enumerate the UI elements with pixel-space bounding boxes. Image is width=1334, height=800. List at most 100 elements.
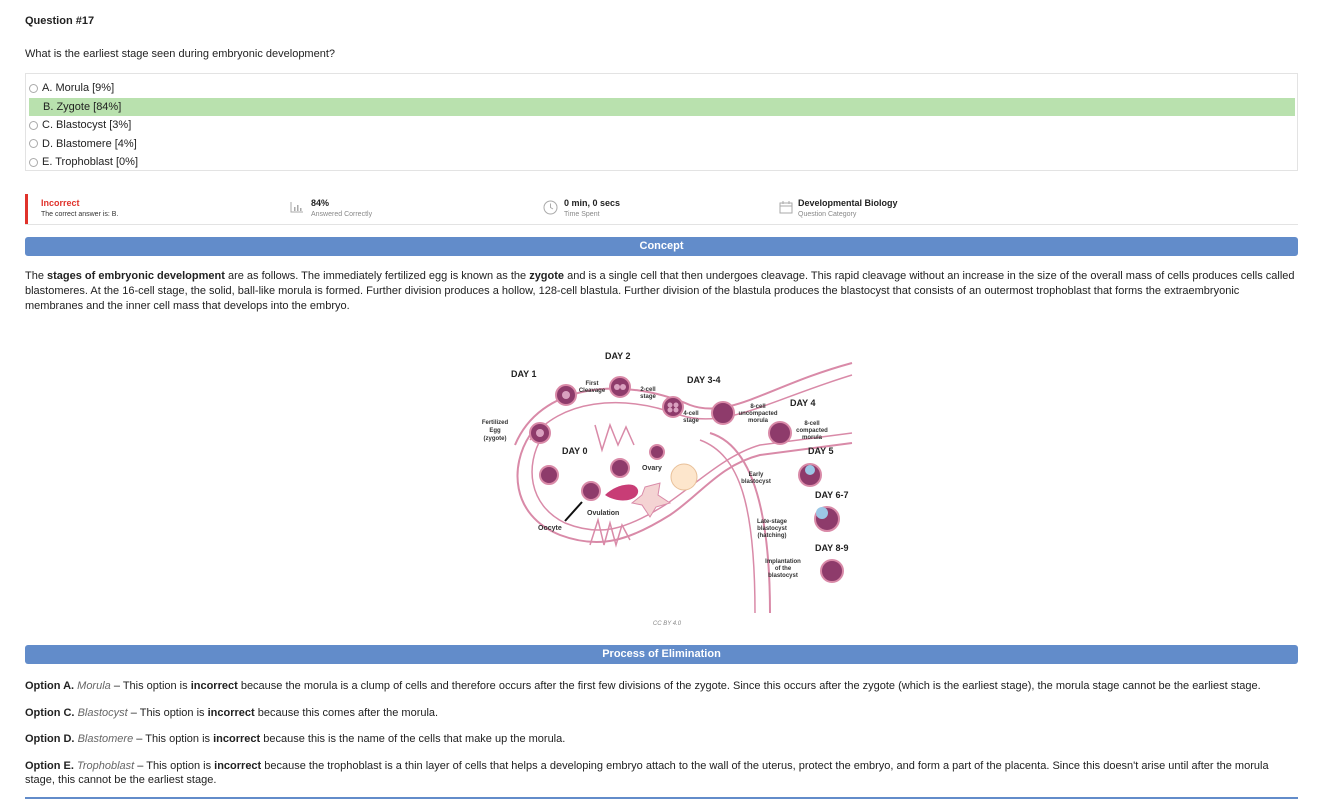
bar-chart-icon (290, 202, 303, 213)
label-4cell-stage: stage (683, 418, 699, 424)
concept-bold: zygote (529, 270, 565, 282)
label-2cell-stage: stage (640, 394, 656, 400)
elimination-option-c: Option C. Blastocyst – This option is in… (25, 706, 1298, 720)
concept-text: are as follows. The immediately fertiliz… (224, 270, 530, 282)
category-label: Question Category (798, 211, 857, 218)
option-b[interactable]: B. Zygote [84%] (29, 97, 1295, 116)
label-hatching: (hatching) (758, 533, 787, 539)
elim-bold: incorrect (207, 707, 255, 719)
option-label: A. Morula [9%] (42, 82, 115, 94)
elim-text: – This option is (133, 733, 214, 745)
elim-text: because this is the name of the cells th… (260, 733, 566, 745)
option-a[interactable]: A. Morula [9%] (29, 79, 1295, 97)
concept-heading: Concept (25, 237, 1298, 256)
option-tag: Option A. (25, 680, 75, 692)
concept-bold: stages of embryonic development (47, 270, 225, 282)
option-tag: Option D. (25, 733, 75, 745)
label-compacted: compacted (796, 428, 828, 434)
label-early-blastocyst: blastocyst (741, 479, 771, 485)
result-text: Incorrect (41, 198, 80, 208)
label-2cell: 2-cell (640, 387, 656, 393)
incorrect-marker (25, 194, 28, 224)
option-label: E. Trophoblast [0%] (42, 156, 138, 168)
label-8cell-c: 8-cell (804, 421, 820, 427)
question-number: Question #17 (25, 15, 95, 27)
label-egg: Egg (489, 428, 501, 434)
option-tag: Option C. (25, 707, 75, 719)
label-ovulation: Ovulation (587, 510, 619, 517)
label-oocyte: Oocyte (538, 525, 562, 532)
concept-paragraph: The stages of embryonic development are … (25, 269, 1298, 314)
correct-answer-text: The correct answer is: B. (41, 211, 119, 218)
elim-bold: incorrect (214, 760, 262, 772)
label-fertilized: Fertilized (482, 420, 509, 426)
label-day2: DAY 2 (605, 351, 631, 361)
label-day5: DAY 5 (808, 446, 834, 456)
elim-text: – This option is (127, 707, 208, 719)
elimination-option-d: Option D. Blastomere – This option is in… (25, 732, 1298, 746)
label-day67: DAY 6-7 (815, 490, 849, 500)
category-stat: Developmental Biology Question Category (798, 198, 898, 218)
option-name: Blastomere (77, 733, 134, 745)
option-label: D. Blastomere [4%] (42, 137, 137, 150)
clock-icon (543, 200, 558, 215)
question-text: What is the earliest stage seen during e… (25, 48, 336, 60)
radio-button[interactable] (29, 83, 38, 93)
calendar-icon (779, 201, 793, 214)
label-late: Late-stage (757, 519, 788, 525)
concept-text: The (25, 270, 48, 282)
answer-options: A. Morula [9%] B. Zygote [84%] C. Blasto… (25, 73, 1298, 171)
elim-bold: incorrect (190, 680, 238, 692)
label-day34: DAY 3-4 (687, 375, 721, 385)
label-impl-blastocyst: blastocyst (768, 573, 798, 579)
label-uncompacted: uncompacted (738, 411, 777, 417)
radio-button[interactable] (29, 157, 38, 167)
option-e[interactable]: E. Trophoblast [0%] (29, 153, 1295, 171)
label-early: Early (749, 472, 764, 478)
option-tag: Option E. (25, 760, 74, 772)
label-implantation: Implantation (765, 559, 801, 565)
elim-text: – This option is (110, 680, 191, 692)
percent-value: 84% (311, 198, 330, 208)
label-day1: DAY 1 (511, 369, 537, 379)
percent-label: Answered Correctly (311, 211, 373, 218)
label-zygote: (zygote) (484, 436, 507, 442)
result-stats: Incorrect The correct answer is: B. 84% … (25, 194, 1298, 225)
option-name: Morula (77, 680, 111, 692)
label-ovary: Ovary (642, 465, 662, 472)
time-stat: 0 min, 0 secs Time Spent (564, 198, 620, 218)
result-stat: Incorrect The correct answer is: B. (41, 198, 118, 218)
radio-button[interactable] (29, 120, 38, 130)
elimination-option-e: Option E. Trophoblast – This option is i… (25, 759, 1298, 787)
option-c[interactable]: C. Blastocyst [3%] (29, 116, 1295, 134)
embryo-development-figure: DAY 2 DAY 1 DAY 3-4 DAY 4 DAY 0 DAY 5 DA… (482, 351, 853, 614)
option-label: C. Blastocyst [3%] (42, 119, 132, 131)
elimination-option-a: Option A. Morula – This option is incorr… (25, 679, 1298, 693)
elimination-heading: Process of Elimination (25, 645, 1298, 664)
option-d[interactable]: D. Blastomere [4%] (29, 135, 1295, 153)
label-8cell: 8-cell (750, 404, 766, 410)
elim-text: – This option is (134, 760, 215, 772)
label-4cell: 4-cell (683, 411, 699, 417)
label-day0: DAY 0 (562, 446, 588, 456)
figure-credit: CC BY 4.0 (652, 621, 682, 627)
time-value: 0 min, 0 secs (564, 198, 621, 208)
option-label: B. Zygote [84%] (43, 100, 122, 113)
section-divider (25, 797, 1298, 799)
percent-stat: 84% Answered Correctly (311, 198, 372, 218)
label-day4: DAY 4 (790, 398, 816, 408)
label-morula: morula (748, 418, 769, 424)
label-late-blastocyst: blastocyst (757, 526, 787, 532)
elim-bold: incorrect (213, 733, 261, 745)
label-first: First (585, 381, 598, 387)
category-value: Developmental Biology (798, 198, 898, 208)
label-morula-c: morula (802, 435, 823, 441)
radio-button[interactable] (29, 139, 38, 148)
elim-text: because this comes after the morula. (254, 707, 439, 719)
option-name: Trophoblast (76, 760, 135, 772)
option-name: Blastocyst (77, 707, 128, 719)
time-label: Time Spent (564, 211, 600, 218)
elim-text: because the morula is a clump of cells a… (237, 680, 1261, 692)
label-day89: DAY 8-9 (815, 543, 849, 553)
label-of-the: of the (775, 566, 792, 572)
